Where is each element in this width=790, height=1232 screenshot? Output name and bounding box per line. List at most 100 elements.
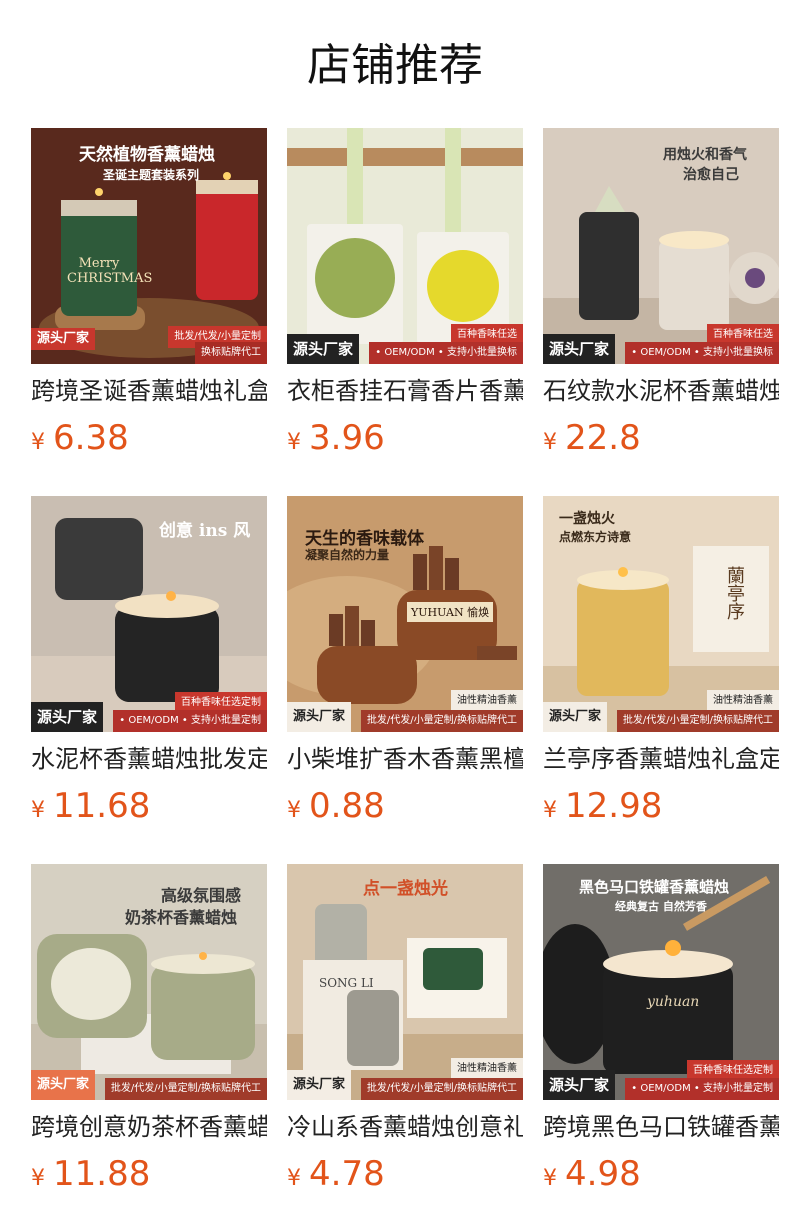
badge-left: 源头厂家 [287,702,352,732]
product-image[interactable]: 天生的香味载体 凝聚自然的力量 YUHUAN 愉焕 源头厂家 油性精油香薰 批发… [287,496,523,732]
image-badge: 源头厂家 百种香味任选定制 • OEM/ODM • 支持小批量定制 [543,1060,779,1100]
product-card[interactable]: 创意 ins 风 源头厂家 百种香味任选定制 • OEM/ODM • 支持小批量… [31,496,267,832]
product-title[interactable]: 水泥杯香薰蜡烛批发定制 [31,742,267,776]
badge-left: 源头厂家 [287,1070,352,1100]
badge-right: 油性精油香薰 [451,1058,523,1080]
badge-extra: 批发/代发/小量定制/换标贴牌代工 [360,1078,523,1100]
badge-extra: • OEM/ODM • 支持小批量定制 [113,710,267,732]
image-headline: 一盏烛火 [559,511,615,527]
image-badge: 源头厂家 批发/代发/小量定制 换标贴牌代工 [31,324,267,364]
badge-left: 源头厂家 [287,334,360,364]
badge-left: 源头厂家 [543,334,616,364]
product-price: ¥6.38 [31,416,129,460]
product-price: ¥0.88 [287,784,385,828]
product-image[interactable]: 点一盏烛光 SONG LI 源头厂家 油性精油香薰 批发/代发/小量定制/换标贴… [287,864,523,1100]
image-badge: 源头厂家 百种香味任选定制 • OEM/ODM • 支持小批量定制 [31,692,267,732]
product-image[interactable]: 创意 ins 风 源头厂家 百种香味任选定制 • OEM/ODM • 支持小批量… [31,496,267,732]
product-price: ¥4.98 [543,1152,641,1196]
image-subline: 圣诞主题套装系列 [103,168,200,182]
badge-left: 源头厂家 [543,1070,616,1100]
product-image[interactable]: 高级氛围感 奶茶杯香薰蜡烛 源头厂家 批发/代发/小量定制/换标贴牌代工 [31,864,267,1100]
product-price: ¥12.98 [543,784,662,828]
badge-right: 油性精油香薰 [451,690,523,712]
jar-label: Merry CHRISTMAS [67,256,153,286]
badge-extra: • OEM/ODM • 支持小批量定制 [625,1078,779,1100]
product-title[interactable]: 跨境创意奶茶杯香薰蜡烛 [31,1110,267,1144]
price-value: 4.98 [565,1154,641,1194]
image-badge: 源头厂家 油性精油香薰 批发/代发/小量定制/换标贴牌代工 [287,1058,523,1100]
product-price: ¥3.96 [287,416,385,460]
product-price: ¥22.8 [543,416,641,460]
badge-left: 源头厂家 [31,328,96,350]
brand-label: YUHUAN 愉焕 [407,602,494,622]
image-headline: 点一盏烛光 [363,879,448,899]
price-value: 11.88 [53,1154,151,1194]
product-title[interactable]: 跨境黑色马口铁罐香薰蜡烛 [543,1110,779,1144]
product-title[interactable]: 小柴堆扩香木香薰黑檀 [287,742,523,776]
product-image[interactable]: 源头厂家 百种香味任选 • OEM/ODM • 支持小批量换标 [287,128,523,364]
currency-symbol: ¥ [31,798,45,823]
image-headline: 天然植物香薰蜡烛 [79,145,215,165]
price-value: 0.88 [309,786,385,826]
product-card[interactable]: 天然植物香薰蜡烛 圣诞主题套装系列 Merry CHRISTMAS 源头厂家 批… [31,128,267,464]
price-value: 12.98 [565,786,663,826]
badge-left: 源头厂家 [543,702,608,732]
currency-symbol: ¥ [31,1166,45,1191]
jar-label: yuhuan [647,994,700,1010]
badge-extra: 批发/代发/小量定制/换标贴牌代工 [360,710,523,732]
image-badge: 源头厂家 油性精油香薰 批发/代发/小量定制/换标贴牌代工 [543,690,779,732]
image-subline: 奶茶杯香薰蜡烛 [125,908,238,927]
product-card[interactable]: 源头厂家 百种香味任选 • OEM/ODM • 支持小批量换标 衣柜香挂石膏香片… [287,128,523,464]
image-headline: 创意 ins 风 [159,521,251,541]
currency-symbol: ¥ [31,430,45,455]
currency-symbol: ¥ [287,430,301,455]
product-title[interactable]: 衣柜香挂石膏香片香薰 [287,374,523,408]
image-badge: 源头厂家 百种香味任选 • OEM/ODM • 支持小批量换标 [543,324,779,364]
product-card[interactable]: 用烛火和香气 治愈自己 源头厂家 百种香味任选 • OEM/ODM • 支持小批… [543,128,779,464]
product-price: ¥4.78 [287,1152,385,1196]
image-headline: 黑色马口铁罐香薰蜡烛 [579,878,730,896]
currency-symbol: ¥ [287,798,301,823]
product-title[interactable]: 石纹款水泥杯香薰蜡烛 [543,374,779,408]
badge-left: 源头厂家 [31,1070,96,1100]
price-value: 6.38 [53,418,129,458]
image-subline: 治愈自己 [683,167,739,183]
currency-symbol: ¥ [543,1166,557,1191]
product-card[interactable]: 高级氛围感 奶茶杯香薰蜡烛 源头厂家 批发/代发/小量定制/换标贴牌代工 跨境创… [31,864,267,1200]
currency-symbol: ¥ [287,1166,301,1191]
badge-extra: • OEM/ODM • 支持小批量换标 [369,342,523,364]
badge-left: 源头厂家 [31,702,104,732]
product-price: ¥11.88 [31,1152,150,1196]
box-label: 蘭亭序 [724,566,745,620]
image-badge: 源头厂家 油性精油香薰 批发/代发/小量定制/换标贴牌代工 [287,690,523,732]
image-headline: 用烛火和香气 [663,147,747,163]
badge-extra: 换标贴牌代工 [195,342,267,364]
badge-extra: • OEM/ODM • 支持小批量换标 [625,342,779,364]
price-value: 11.68 [53,786,151,826]
product-image[interactable]: 一盏烛火 点燃东方诗意 蘭亭序 源头厂家 油性精油香薰 批发/代发/小量定制/换… [543,496,779,732]
product-card[interactable]: 黑色马口铁罐香薰蜡烛 经典复古 自然芳香 yuhuan 源头厂家 百种香味任选定… [543,864,779,1200]
product-title[interactable]: 兰亭序香薰蜡烛礼盒定制 [543,742,779,776]
product-title[interactable]: 冷山系香薰蜡烛创意礼盒 [287,1110,523,1144]
box-label: SONG LI [319,976,374,990]
product-price: ¥11.68 [31,784,150,828]
image-headline: 高级氛围感 [161,886,242,905]
image-badge: 源头厂家 百种香味任选 • OEM/ODM • 支持小批量换标 [287,324,523,364]
product-image[interactable]: 天然植物香薰蜡烛 圣诞主题套装系列 Merry CHRISTMAS 源头厂家 批… [31,128,267,364]
price-value: 3.96 [309,418,385,458]
image-badge: 源头厂家 批发/代发/小量定制/换标贴牌代工 [31,1060,267,1100]
image-subline: 凝聚自然的力量 [305,548,390,562]
product-card[interactable]: 天生的香味载体 凝聚自然的力量 YUHUAN 愉焕 源头厂家 油性精油香薰 批发… [287,496,523,832]
product-image[interactable]: 用烛火和香气 治愈自己 源头厂家 百种香味任选 • OEM/ODM • 支持小批… [543,128,779,364]
currency-symbol: ¥ [543,798,557,823]
price-value: 4.78 [309,1154,385,1194]
product-card[interactable]: 点一盏烛光 SONG LI 源头厂家 油性精油香薰 批发/代发/小量定制/换标贴… [287,864,523,1200]
badge-right: 油性精油香薰 [707,690,779,712]
badge-extra: 批发/代发/小量定制/换标贴牌代工 [104,1078,267,1100]
product-card[interactable]: 一盏烛火 点燃东方诗意 蘭亭序 源头厂家 油性精油香薰 批发/代发/小量定制/换… [543,496,779,832]
product-title[interactable]: 跨境圣诞香薰蜡烛礼盒 [31,374,267,408]
image-subline: 经典复古 自然芳香 [615,900,707,913]
badge-extra: 批发/代发/小量定制/换标贴牌代工 [616,710,779,732]
page-title: 店铺推荐 [307,40,483,91]
product-image[interactable]: 黑色马口铁罐香薰蜡烛 经典复古 自然芳香 yuhuan 源头厂家 百种香味任选定… [543,864,779,1100]
